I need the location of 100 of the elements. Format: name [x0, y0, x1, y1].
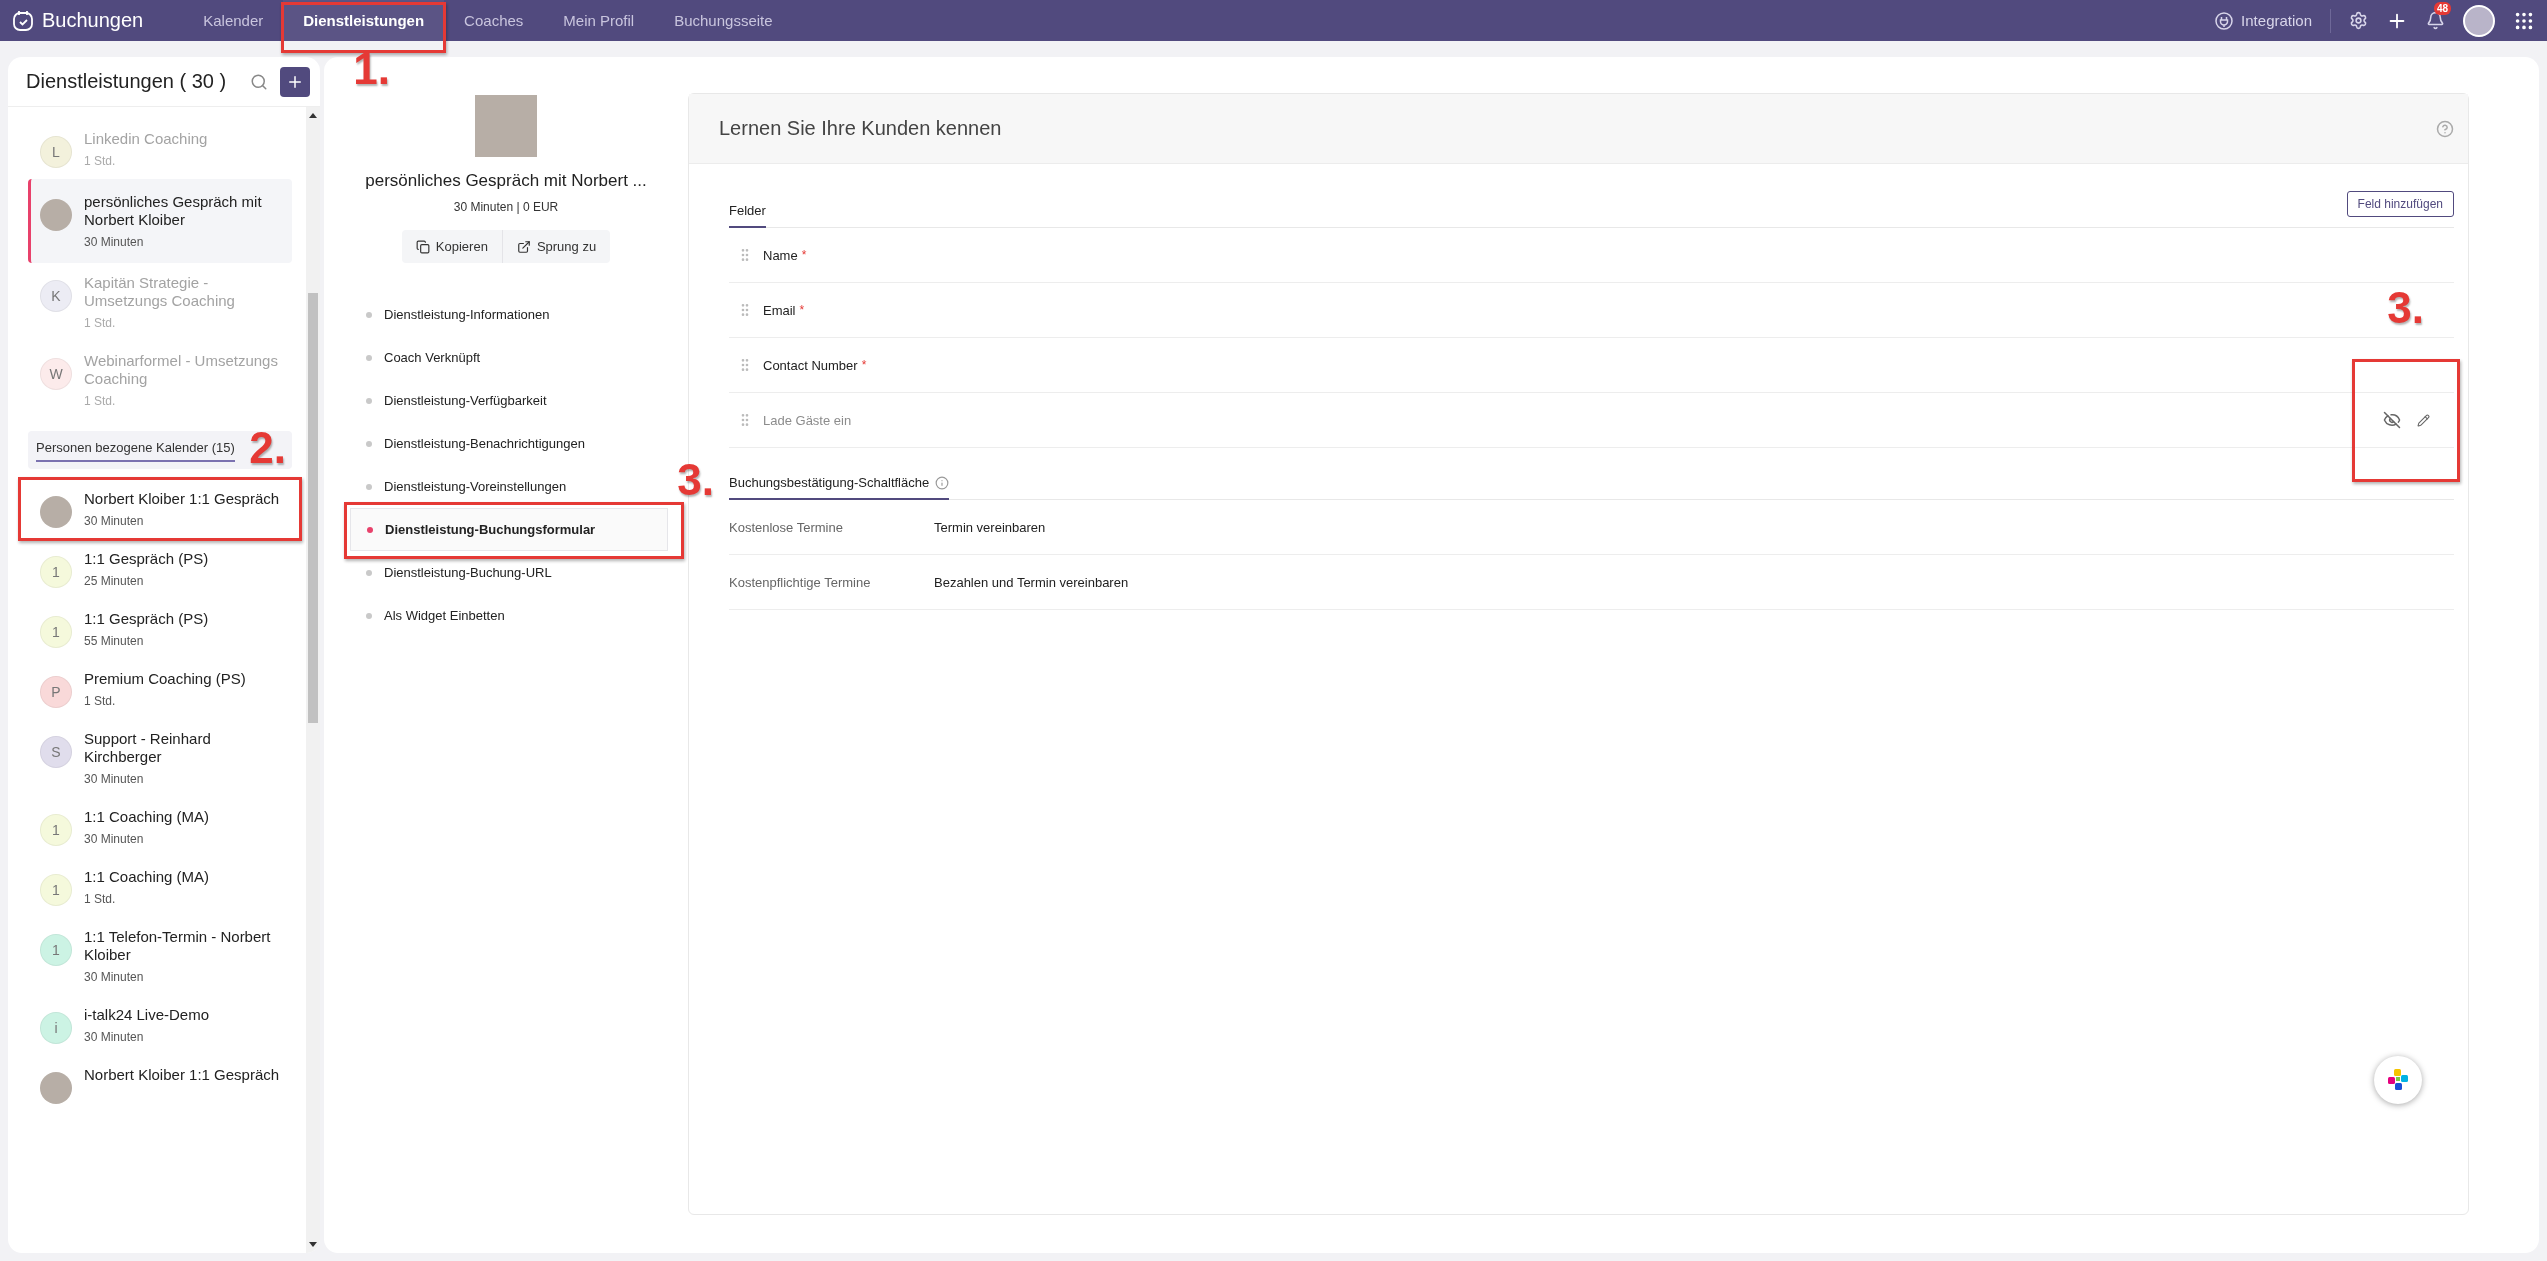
section-link[interactable]: Dienstleistung-Verfügbarkeit: [350, 379, 668, 422]
row-value: Termin vereinbaren: [934, 519, 1046, 535]
nav-tab[interactable]: Dienstleistungen: [283, 0, 445, 41]
service-title: 1:1 Telefon-Termin - Norbert Kloiber: [84, 928, 272, 964]
row-value: Bezahlen und Termin vereinbaren: [934, 574, 1129, 590]
sidebar-title: Dienstleistungen ( 30 ): [26, 70, 228, 93]
app-logo-icon: [12, 9, 34, 32]
bullet-dot: [367, 526, 373, 533]
photo-placeholder: [475, 95, 537, 157]
chat-widget-button[interactable]: [2374, 1056, 2422, 1104]
nav-tab[interactable]: Coaches: [444, 0, 544, 41]
info-icon[interactable]: [935, 475, 950, 490]
row-label: Kostenlose Termine: [729, 519, 844, 535]
service-item[interactable]: 1 1:1 Telefon-Termin - Norbert Kloiber 30 Minuten: [28, 917, 292, 995]
service-duration: 30 Minuten: [84, 970, 145, 984]
service-title: Linkedin Coaching: [84, 130, 208, 148]
fields-tab[interactable]: Felder: [729, 203, 766, 228]
service-meta: 30 Minuten | 0 EUR: [453, 200, 559, 214]
letter-avatar: 1: [40, 556, 72, 588]
plug-icon: [2215, 11, 2234, 30]
field-label: Lade Gäste ein: [763, 412, 852, 428]
section-link[interactable]: Dienstleistung-Buchungsformular: [350, 508, 668, 551]
service-duration: 25 Minuten: [84, 574, 145, 588]
colored-squares-icon: [2385, 1067, 2411, 1093]
letter-avatar: 1: [40, 934, 72, 966]
add-service-button[interactable]: [280, 66, 310, 97]
letter-avatar: P: [40, 676, 72, 708]
nav-tab[interactable]: Buchungsseite: [654, 0, 793, 41]
service-duration: 1 Std.: [84, 154, 117, 168]
service-item[interactable]: 1 1:1 Coaching (MA) 30 Minuten: [28, 797, 292, 857]
service-title: 1:1 Coaching (MA): [84, 868, 210, 886]
service-duration: 30 Minuten: [84, 1030, 145, 1044]
service-title: 1:1 Coaching (MA): [84, 808, 210, 826]
service-item[interactable]: S Support - Reinhard Kirchberger 30 Minuten: [28, 719, 292, 797]
service-item[interactable]: persönliches Gespräch mit Norbert Kloiber 30 Minuten: [28, 179, 292, 263]
group-title: Personen bezogene Kalender (15): [36, 440, 235, 462]
section-link[interactable]: Dienstleistung-Buchung-URL: [350, 551, 668, 594]
edit-icon[interactable]: [2417, 413, 2430, 427]
nav-tab[interactable]: Mein Profil: [543, 0, 655, 41]
service-duration: 30 Minuten: [84, 832, 145, 846]
service-duration: 30 Minuten: [84, 514, 145, 528]
section-link[interactable]: Dienstleistung-Benachrichtigungen: [350, 422, 668, 465]
photo-placeholder: [40, 496, 72, 528]
annotation-number: 2.: [249, 423, 286, 473]
nav-tab[interactable]: Kalender: [183, 0, 284, 41]
required-mark: *: [801, 248, 807, 262]
service-item[interactable]: i i-talk24 Live-Demo 30 Minuten: [28, 995, 292, 1055]
field-label: Name: [763, 247, 798, 263]
photo-placeholder: [40, 1072, 72, 1104]
section-tab[interactable]: Buchungsbestätigung-Schaltfläche: [729, 475, 950, 500]
service-item[interactable]: 1 1:1 Gespräch (PS) 55 Minuten: [28, 599, 292, 659]
letter-avatar: 1: [40, 874, 72, 906]
user-avatar[interactable]: [2463, 4, 2495, 37]
add-field-button[interactable]: Feld hinzufügen: [2346, 191, 2454, 217]
letter-avatar: K: [40, 280, 72, 312]
field-label: Email: [763, 302, 796, 318]
photo-placeholder: [40, 199, 72, 231]
required-mark: *: [799, 303, 805, 317]
service-title: Kapitän Strategie - Umsetzungs Coaching: [84, 274, 236, 310]
integration-link[interactable]: Integration: [2215, 8, 2331, 33]
annotation-number: 1.: [353, 44, 390, 94]
service-item[interactable]: 1 1:1 Gespräch (PS) 25 Minuten: [28, 539, 292, 599]
service-title: Premium Coaching (PS): [84, 670, 246, 688]
service-item[interactable]: P Premium Coaching (PS) 1 Std.: [28, 659, 292, 719]
copy-button[interactable]: Kopieren: [401, 230, 502, 263]
service-duration: 1 Std.: [84, 394, 117, 408]
service-item[interactable]: 1 1:1 Coaching (MA) 1 Std.: [28, 857, 292, 917]
service-title: Norbert Kloiber 1:1 Gespräch: [84, 490, 280, 508]
service-item[interactable]: Norbert Kloiber 1:1 Gespräch: [28, 1055, 292, 1115]
settings-icon[interactable]: [2349, 11, 2368, 30]
bullet-dot: [366, 483, 372, 490]
bullet-dot: [366, 612, 372, 619]
eye-off-icon[interactable]: [2383, 411, 2401, 429]
service-duration: 30 Minuten: [84, 235, 145, 249]
jump-button[interactable]: Sprung zu: [501, 230, 611, 263]
copy-icon: [415, 239, 430, 254]
scroll-up-icon[interactable]: [309, 113, 317, 118]
service-title: persönliches Gespräch mit Norbert Kloiber: [84, 193, 263, 229]
bullet-dot: [366, 354, 372, 361]
service-duration: 1 Std.: [84, 892, 117, 906]
service-duration: 1 Std.: [84, 316, 117, 330]
section-link[interactable]: Als Widget Einbetten: [350, 594, 668, 637]
required-mark: *: [861, 358, 867, 372]
letter-avatar: 1: [40, 616, 72, 648]
search-icon[interactable]: [250, 72, 268, 91]
section-link[interactable]: Coach Verknüpft: [350, 336, 668, 379]
section-link[interactable]: Dienstleistung-Voreinstellungen: [350, 465, 668, 508]
service-item[interactable]: Norbert Kloiber 1:1 Gespräch 30 Minuten: [28, 479, 292, 539]
annotation-number: 3.: [2387, 283, 2424, 333]
service-title: 1:1 Gespräch (PS): [84, 550, 209, 568]
notification-bell-icon[interactable]: [2426, 11, 2445, 30]
bullet-dot: [366, 440, 372, 447]
letter-avatar: S: [40, 736, 72, 768]
section-link[interactable]: Dienstleistung-Informationen: [350, 293, 668, 336]
service-title: 1:1 Gespräch (PS): [84, 610, 209, 628]
service-title: Norbert Kloiber 1:1 Gespräch: [84, 1066, 280, 1084]
service-title: Webinarformel - Umsetzungs Coaching: [84, 352, 279, 388]
service-duration: 30 Minuten: [84, 772, 145, 786]
scroll-down-icon[interactable]: [309, 1242, 317, 1247]
scrollbar-thumb[interactable]: [308, 293, 318, 723]
